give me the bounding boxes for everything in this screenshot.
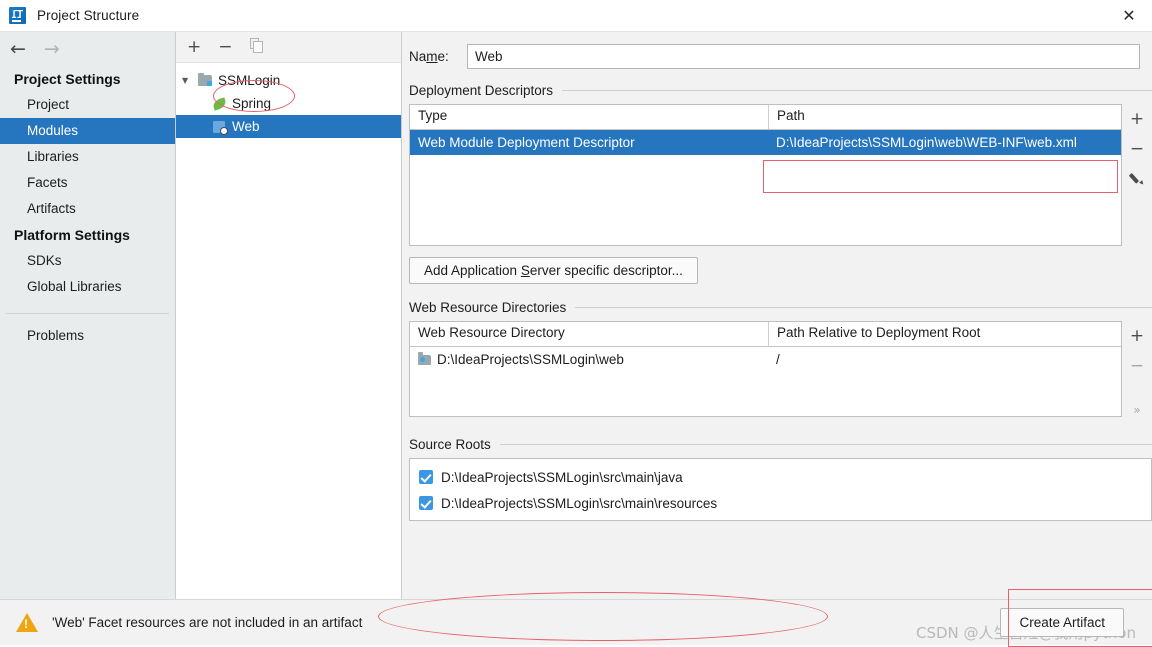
column-header-path[interactable]: Path (768, 105, 1121, 129)
sidebar-navigation: ← → (0, 32, 175, 66)
copy-module-icon[interactable] (249, 37, 264, 57)
forward-arrow-icon[interactable]: → (44, 39, 60, 59)
cell-type: Web Module Deployment Descriptor (418, 135, 635, 150)
remove-web-resource-icon[interactable]: − (1124, 353, 1150, 379)
module-tree: ▼ SSMLogin Spring Web (176, 63, 401, 138)
section-label: Deployment Descriptors (409, 83, 554, 98)
dialog-content: ← → Project Settings Project Modules Lib… (0, 31, 1152, 599)
section-divider (499, 444, 1152, 445)
title-bar: Project Structure ✕ (0, 0, 1152, 31)
module-tree-toolbar: + − (176, 32, 401, 63)
window-title: Project Structure (37, 8, 140, 23)
add-web-resource-icon[interactable]: + (1124, 323, 1150, 349)
column-header-web-resource-directory[interactable]: Web Resource Directory (410, 322, 768, 346)
remove-module-icon[interactable]: − (218, 38, 232, 56)
tree-node-web[interactable]: Web (176, 115, 401, 138)
web-resource-directories-block: Web Resource Directory Path Relative to … (402, 321, 1152, 423)
deployment-descriptors-actions: + − (1122, 104, 1152, 246)
edit-descriptor-icon[interactable] (1124, 166, 1150, 192)
project-structure-dialog: Project Structure ✕ ← → Project Settings… (0, 0, 1152, 647)
cell-directory: D:\IdeaProjects\SSMLogin\web (410, 352, 768, 367)
web-facet-icon (210, 120, 228, 135)
column-header-type[interactable]: Type (410, 105, 768, 129)
section-label: Source Roots (409, 437, 491, 452)
tree-node-spring[interactable]: Spring (176, 92, 401, 115)
create-artifact-button[interactable]: Create Artifact (1000, 608, 1124, 637)
sidebar-item-global-libraries[interactable]: Global Libraries (0, 274, 175, 300)
source-root-item[interactable]: D:\IdeaProjects\SSMLogin\src\main\resour… (419, 490, 1151, 516)
tree-node-label: Web (232, 119, 260, 134)
column-header-path-relative[interactable]: Path Relative to Deployment Root (768, 322, 1121, 346)
source-roots-section-header: Source Roots (402, 437, 1152, 452)
cell-path: D:\IdeaProjects\SSMLogin\web\WEB-INF\web… (776, 135, 1077, 150)
source-root-checkbox[interactable] (419, 470, 433, 484)
add-descriptor-icon[interactable]: + (1124, 106, 1150, 132)
module-name-row: Name: (402, 44, 1152, 69)
table-row[interactable]: Web Module Deployment Descriptor D:\Idea… (410, 130, 1121, 155)
sidebar-item-sdks[interactable]: SDKs (0, 248, 175, 274)
deployment-descriptors-block: Type Path Web Module Deployment Descript… (402, 104, 1152, 246)
sidebar-divider (6, 313, 169, 314)
close-icon[interactable]: ✕ (1106, 0, 1152, 31)
warning-triangle-icon (16, 613, 38, 632)
expand-triangle-icon[interactable]: ▼ (182, 76, 196, 85)
table-header-row: Type Path (410, 105, 1121, 130)
web-resource-directories-table: Web Resource Directory Path Relative to … (409, 321, 1122, 417)
source-roots-list: D:\IdeaProjects\SSMLogin\src\main\java D… (409, 458, 1152, 521)
cell-relative-path: / (776, 352, 780, 367)
deployment-descriptors-section-header: Deployment Descriptors (402, 83, 1152, 98)
section-divider (562, 90, 1152, 91)
module-name-input[interactable] (467, 44, 1140, 69)
tree-node-ssmlogin[interactable]: ▼ SSMLogin (176, 69, 401, 92)
back-arrow-icon[interactable]: ← (10, 39, 26, 59)
sidebar-item-libraries[interactable]: Libraries (0, 144, 175, 170)
sidebar-item-problems[interactable]: Problems (0, 323, 175, 349)
tree-node-label: Spring (232, 96, 272, 111)
more-actions-icon[interactable]: » (1124, 397, 1150, 423)
deployment-descriptors-table: Type Path Web Module Deployment Descript… (409, 104, 1122, 246)
module-tree-pane: + − ▼ SSMLogin Spring Web (176, 32, 402, 599)
section-label: Web Resource Directories (409, 300, 567, 315)
sidebar-item-modules[interactable]: Modules (0, 118, 175, 144)
sidebar-item-project[interactable]: Project (0, 92, 175, 118)
table-row[interactable]: D:\IdeaProjects\SSMLogin\web / (410, 347, 1121, 372)
web-resource-directories-actions: + − » (1122, 321, 1152, 423)
settings-sidebar: ← → Project Settings Project Modules Lib… (0, 32, 176, 599)
tree-node-label: SSMLogin (218, 73, 281, 88)
source-root-path: D:\IdeaProjects\SSMLogin\src\main\java (441, 469, 683, 485)
sidebar-group-platform-settings: Platform Settings (14, 227, 130, 243)
add-descriptor-button-row: Add Application Server specific descript… (402, 257, 1152, 284)
source-root-path: D:\IdeaProjects\SSMLogin\src\main\resour… (441, 495, 718, 511)
folder-icon (418, 352, 431, 365)
sidebar-item-artifacts[interactable]: Artifacts (0, 196, 175, 222)
add-application-server-descriptor-button[interactable]: Add Application Server specific descript… (409, 257, 698, 284)
remove-descriptor-icon[interactable]: − (1124, 136, 1150, 162)
module-settings-panel: Name: Deployment Descriptors Type Path (402, 32, 1152, 599)
table-header-row: Web Resource Directory Path Relative to … (410, 322, 1121, 347)
module-name-label: Name: (409, 49, 449, 64)
source-root-checkbox[interactable] (419, 496, 433, 510)
warning-message: 'Web' Facet resources are not included i… (52, 615, 363, 630)
sidebar-group-project-settings: Project Settings (14, 71, 121, 87)
add-module-icon[interactable]: + (187, 38, 201, 56)
source-root-item[interactable]: D:\IdeaProjects\SSMLogin\src\main\java (419, 464, 1151, 490)
section-divider (575, 307, 1152, 308)
spring-leaf-icon (210, 96, 228, 111)
sidebar-item-facets[interactable]: Facets (0, 170, 175, 196)
intellij-idea-logo-icon (9, 7, 26, 24)
web-resource-directories-section-header: Web Resource Directories (402, 300, 1152, 315)
status-warning-bar: 'Web' Facet resources are not included i… (0, 599, 1152, 645)
module-folder-icon (196, 72, 214, 86)
